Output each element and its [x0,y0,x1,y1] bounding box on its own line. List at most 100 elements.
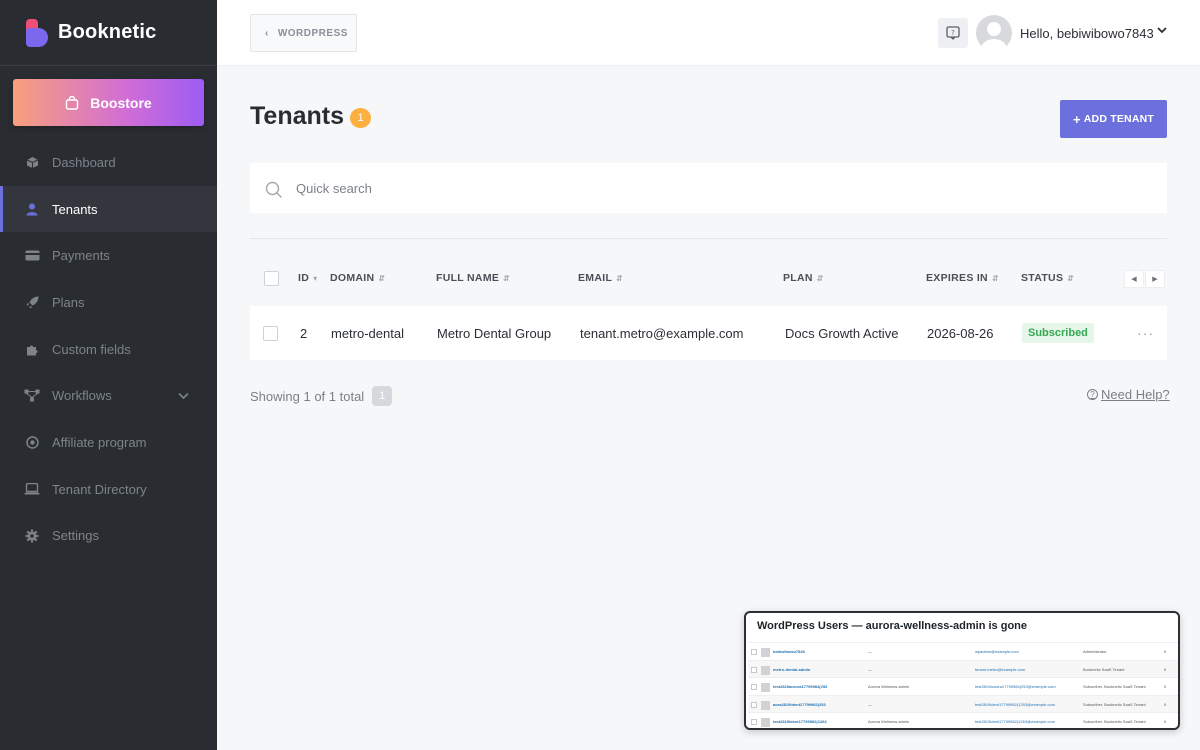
search-input[interactable] [296,163,1146,213]
sidebar-item-payments[interactable]: Payments [0,232,217,279]
page-number-button[interactable]: 1 [372,386,393,406]
thumb-posts: 0 [1164,649,1167,654]
sidebar-item-dashboard[interactable]: Dashboard [0,139,217,186]
row-select-cell [263,306,278,360]
rocket-icon [24,294,40,310]
thumb-role: Subscriber, Booknetic SaaS Tenant [1083,719,1146,725]
sidebar-item-custom-fields[interactable]: Custom fields [0,326,217,373]
table-row: aora2819ident17799982(253 — test2819iden… [748,694,1178,713]
sidebar-item-affiliate-program[interactable]: Affiliate program [0,419,217,466]
cell-status: Subscribed [1022,306,1094,360]
table-row: test2819ident17799982(1263 Aurora Wellne… [748,712,1178,728]
caret-right-icon: ▶ [1152,276,1158,283]
avatar [761,700,770,710]
boostore-label: Boostore [90,94,152,111]
column-header-plan[interactable]: PLAN ⇵ [783,260,824,296]
cell-full-name: Metro Dental Group [437,325,552,341]
sidebar-item-label: Custom fields [52,341,131,357]
table-row: bebiwibowo7843 — wpadmin@example.com Adm… [748,642,1178,660]
thumb-username: test2819ident17799982(1263 [773,719,827,725]
column-header-domain[interactable]: DOMAIN ⇵ [330,260,385,296]
sidebar-item-tenant-directory[interactable]: Tenant Directory [0,466,217,513]
help-chat-button[interactable]: ? [938,18,968,48]
column-header-label: FULL NAME [436,272,500,284]
column-header-id[interactable]: ID ▾ [298,260,317,296]
table-row: test2819aurora17799984(253 Aurora Wellne… [748,677,1178,695]
sidebar-item-tenants[interactable]: Tenants [0,185,217,233]
divider [250,238,1167,239]
need-help-label: Need Help? [1101,387,1170,402]
avatar [761,665,770,675]
row-checkbox[interactable] [263,325,278,341]
column-header-label: PLAN [783,272,813,284]
sidebar-item-label: Plans [52,294,85,310]
brand-logo[interactable]: Booknetic [0,0,217,66]
shopping-bag-icon [66,95,79,110]
status-badge: Subscribed [1022,323,1094,343]
scroll-right-button[interactable]: ▶ [1145,270,1165,288]
row-checkbox [751,684,757,691]
wordpress-users-thumbnail: WordPress Users — aurora-wellness-admin … [744,611,1180,730]
column-header-label: DOMAIN [330,272,375,284]
sort-icon: ⇵ [816,273,824,283]
cell-expires-in: 2026-08-26 [927,325,994,341]
column-header-status[interactable]: STATUS ⇵ [1021,260,1074,296]
sidebar-item-plans[interactable]: Plans [0,279,217,326]
chevron-down-icon [178,392,189,399]
thumb-username: aora2819ident17799982(253 [773,701,826,707]
avatar [761,648,770,657]
plus-icon: + [1072,111,1081,127]
table-row[interactable]: 2 metro-dental Metro Dental Group tenant… [250,306,1167,360]
thumb-role: Subscriber, Booknetic SaaS Tenant [1083,684,1146,690]
select-all-checkbox[interactable] [264,270,279,286]
thumbnail-users-table: bebiwibowo7843 — wpadmin@example.com Adm… [748,642,1178,728]
showing-text: Showing 1 of 1 total [250,388,365,404]
boostore-button[interactable]: Boostore [13,79,204,126]
column-header-full-name[interactable]: FULL NAME ⇵ [436,260,510,296]
sidebar: Booknetic Boostore Dashboard Tenants Pay… [0,0,217,750]
laptop-icon [24,481,40,497]
table-row: metro-dental-admin — tenant.metro@exampl… [748,659,1178,678]
sidebar-item-label: Settings [52,528,99,544]
sort-icon: ⇵ [503,273,511,283]
column-header-email[interactable]: EMAIL ⇵ [578,260,623,296]
more-horizontal-icon: ··· [1137,325,1154,341]
sort-icon: ⇵ [1067,273,1075,283]
user-avatar[interactable] [976,15,1012,51]
thumb-email: test2819ident17799982(1253@example.com [975,701,1055,707]
sidebar-item-label: Workflows [52,388,112,404]
scroll-left-button[interactable]: ◀ [1124,270,1144,288]
sidebar-item-workflows[interactable]: Workflows [0,372,217,419]
need-help-link[interactable]: ? Need Help? [1087,387,1170,402]
thumb-posts: 0 [1164,684,1167,690]
row-actions-button[interactable]: ··· [1137,306,1154,360]
pagination-info: Showing 1 of 1 total 1 [250,386,393,406]
sidebar-item-label: Payments [52,248,110,264]
chevron-down-icon[interactable] [1157,27,1167,34]
svg-text:?: ? [951,29,955,37]
cell-plan: Docs Growth Active [785,325,899,341]
back-to-wordpress-button[interactable]: ‹ WORDPRESS [250,14,357,52]
thumb-name: Aurora Wellness admin [868,719,910,725]
user-icon [24,201,40,217]
thumb-email: test2819aurora17799984(253@example.com [975,684,1056,690]
thumb-username: metro-dental-admin [773,666,811,672]
workflow-icon [24,388,40,404]
thumb-posts: 0 [1164,666,1167,672]
thumb-name: — [868,701,872,707]
back-to-wordpress-label: WORDPRESS [277,27,348,39]
avatar-placeholder-icon [981,22,1007,51]
search-icon [265,181,282,198]
sort-desc-icon: ▾ [313,273,318,283]
top-header: ‹ WORDPRESS ? Hello, bebiwibowo7843 [217,0,1200,66]
sidebar-item-label: Dashboard [52,154,116,170]
column-header-expires-in[interactable]: EXPIRES IN ⇵ [926,260,999,296]
add-tenant-button[interactable]: + ADD TENANT [1060,100,1167,138]
cell-domain: metro-dental [331,325,404,341]
target-icon [24,434,40,450]
sidebar-item-settings[interactable]: Settings [0,513,217,560]
thumb-name: — [868,666,872,672]
caret-left-icon: ◀ [1131,276,1137,283]
column-header-label: ID [298,272,310,284]
user-greeting[interactable]: Hello, bebiwibowo7843 [1020,26,1154,41]
